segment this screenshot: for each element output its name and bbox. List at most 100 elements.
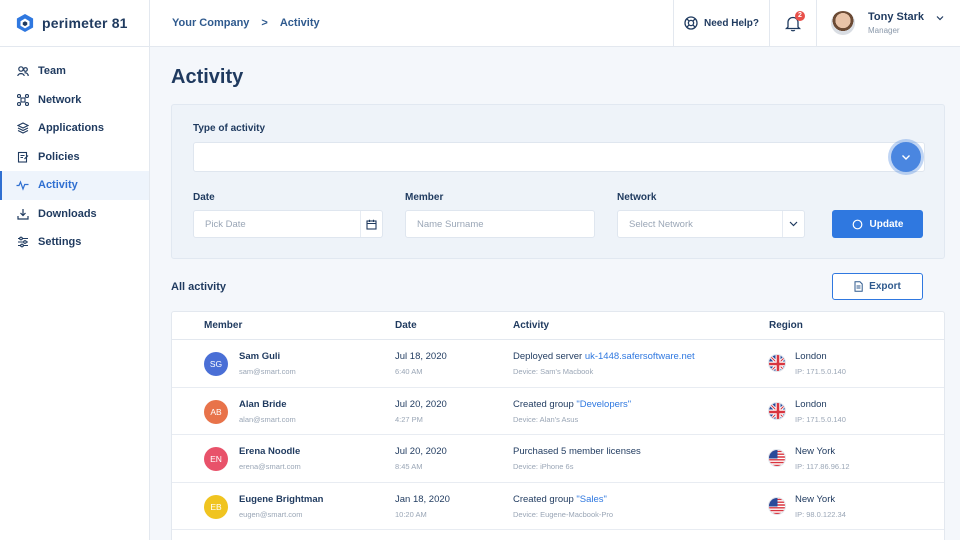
activity-cell: Deployed server uk-1448.safersoftware.ne… [513, 351, 695, 376]
region-city: New York [795, 493, 836, 505]
activity-text: Created group [513, 493, 577, 505]
sidebar-item-network[interactable]: Network [0, 86, 149, 115]
sidebar-nav: Team Network Applications Policies Activ… [0, 47, 149, 257]
member-name[interactable]: Alan Bride [239, 399, 296, 410]
logo[interactable]: perimeter 81 [0, 0, 149, 47]
calendar-icon[interactable] [360, 211, 382, 237]
table-body: SG Sam Guli sam@smart.com Jul 18, 2020 6:40 … [172, 340, 944, 530]
activity-text: Deployed server [513, 351, 585, 362]
column-header-region[interactable]: Region [769, 320, 803, 331]
applications-icon [16, 122, 29, 135]
table-row[interactable]: EN Erena Noodle erena@smart.com Jul 20, 202… [172, 435, 944, 483]
table-row[interactable]: AB Alan Bride alan@smart.com Jul 20, 2020 4:… [172, 388, 944, 435]
activity-date: Jul 20, 2020 [395, 398, 447, 410]
chevron-down-icon [782, 211, 804, 237]
region-ip: IP: 171.5.0.140 [795, 367, 846, 376]
sidebar-item-activity[interactable]: Activity [0, 171, 149, 200]
table-header: Member Date Activity Region [172, 312, 944, 340]
activity-link[interactable]: "Sales" [576, 494, 607, 505]
sidebar-item-downloads[interactable]: Downloads [0, 200, 149, 229]
us-flag-icon [768, 496, 786, 515]
us-flag-icon [768, 449, 786, 467]
chevron-down-icon [936, 16, 944, 21]
activity-time: 6:40 AM [395, 367, 423, 376]
activity-description: Deployed server uk-1448.safersoftware.ne… [513, 351, 695, 362]
sidebar-item-label: Settings [38, 236, 82, 249]
region-ip: IP: 98.0.122.34 [795, 509, 846, 519]
notifications-button[interactable]: 2 [769, 0, 817, 47]
user-name: Tony Stark [868, 11, 925, 23]
uk-flag-icon [768, 401, 786, 420]
member-cell: Alan Bride alan@smart.com [239, 399, 296, 424]
sidebar-item-settings[interactable]: Settings [0, 228, 149, 257]
column-header-activity[interactable]: Activity [513, 320, 549, 331]
table-row[interactable]: SG Sam Guli sam@smart.com Jul 18, 2020 6:40 … [172, 340, 944, 388]
network-select[interactable]: Select Network [617, 210, 805, 238]
region-city: London [795, 351, 827, 362]
export-button[interactable]: Export [832, 273, 923, 300]
member-cell: Erena Noodle erena@smart.com [239, 446, 301, 471]
activity-device: Device: Eugene-Macbook-Pro [513, 509, 614, 519]
sidebar-item-team[interactable]: Team [0, 57, 149, 86]
export-label: Export [869, 281, 901, 292]
region-cell: New York IP: 98.0.122.34 [795, 494, 846, 519]
activity-device: Device: Alan's Asus [513, 414, 579, 424]
date-cell: Jan 18, 2020 10:20 AM [395, 494, 450, 519]
type-of-activity-toggle[interactable] [891, 142, 921, 172]
sidebar-item-policies[interactable]: Policies [0, 143, 149, 172]
type-of-activity-select[interactable] [193, 142, 925, 172]
member-cell: Eugene Brightman eugen@smart.com [239, 494, 323, 519]
table-row[interactable]: EB Eugene Brightman eugen@smart.com Jan 18,… [172, 483, 944, 530]
sidebar-item-label: Applications [38, 122, 105, 135]
update-button[interactable]: Update [832, 210, 923, 238]
downloads-icon [16, 207, 29, 220]
network-icon [16, 93, 29, 106]
column-header-date[interactable]: Date [395, 320, 417, 331]
settings-icon [16, 236, 29, 249]
lifebuoy-icon [684, 16, 698, 30]
network-placeholder: Select Network [629, 218, 693, 230]
activity-link[interactable]: uk-1448.safersoftware.net [585, 351, 695, 362]
breadcrumb-item-company[interactable]: Your Company [172, 17, 249, 29]
activity-cell: Purchased 5 member licenses Device: iPhon… [513, 446, 641, 471]
member-input[interactable]: Name Surname [405, 210, 595, 238]
member-email: erena@smart.com [239, 462, 301, 471]
activity-description: Created group "Sales" [513, 494, 613, 505]
activity-time: 8:45 AM [395, 462, 423, 471]
member-name[interactable]: Eugene Brightman [239, 494, 323, 505]
activity-date: Jan 18, 2020 [395, 493, 450, 505]
region-ip: IP: 171.5.0.140 [795, 414, 846, 424]
activity-description: Created group "Developers" [513, 399, 631, 410]
activity-date: Jul 20, 2020 [395, 446, 447, 457]
top-header: Your Company > Activity Need Help? 2 Ton… [150, 0, 960, 47]
member-label: Member [405, 192, 444, 203]
date-picker-input[interactable]: Pick Date [193, 210, 383, 238]
activity-link[interactable]: "Developers" [576, 399, 631, 410]
member-avatar: AB [204, 399, 228, 424]
member-name[interactable]: Sam Guli [239, 351, 296, 362]
date-cell: Jul 20, 2020 8:45 AM [395, 446, 447, 471]
page-title: Activity [171, 66, 244, 88]
region-city: London [795, 398, 827, 410]
breadcrumb-item-activity[interactable]: Activity [280, 17, 320, 29]
date-cell: Jul 18, 2020 6:40 AM [395, 351, 447, 376]
user-avatar [831, 11, 855, 35]
breadcrumb: Your Company > Activity [150, 17, 673, 29]
user-menu[interactable]: Tony Stark Manager [817, 0, 960, 47]
sidebar-item-label: Team [38, 65, 66, 78]
member-avatar: EB [204, 494, 228, 519]
update-label: Update [869, 218, 904, 230]
section-title: All activity [171, 281, 227, 293]
activity-device: Device: iPhone 6s [513, 462, 574, 471]
date-placeholder: Pick Date [205, 218, 246, 230]
filter-panel: Type of activity Date Pick Date Member N… [171, 104, 945, 259]
need-help-button[interactable]: Need Help? [673, 0, 769, 47]
column-header-member[interactable]: Member [204, 320, 242, 331]
sidebar-item-label: Policies [38, 150, 80, 163]
member-name[interactable]: Erena Noodle [239, 446, 301, 457]
activity-device: Device: Sam's Macbook [513, 367, 594, 376]
sidebar-item-applications[interactable]: Applications [0, 114, 149, 143]
sidebar-item-label: Network [38, 93, 82, 106]
team-icon [16, 65, 29, 78]
date-cell: Jul 20, 2020 4:27 PM [395, 399, 447, 424]
